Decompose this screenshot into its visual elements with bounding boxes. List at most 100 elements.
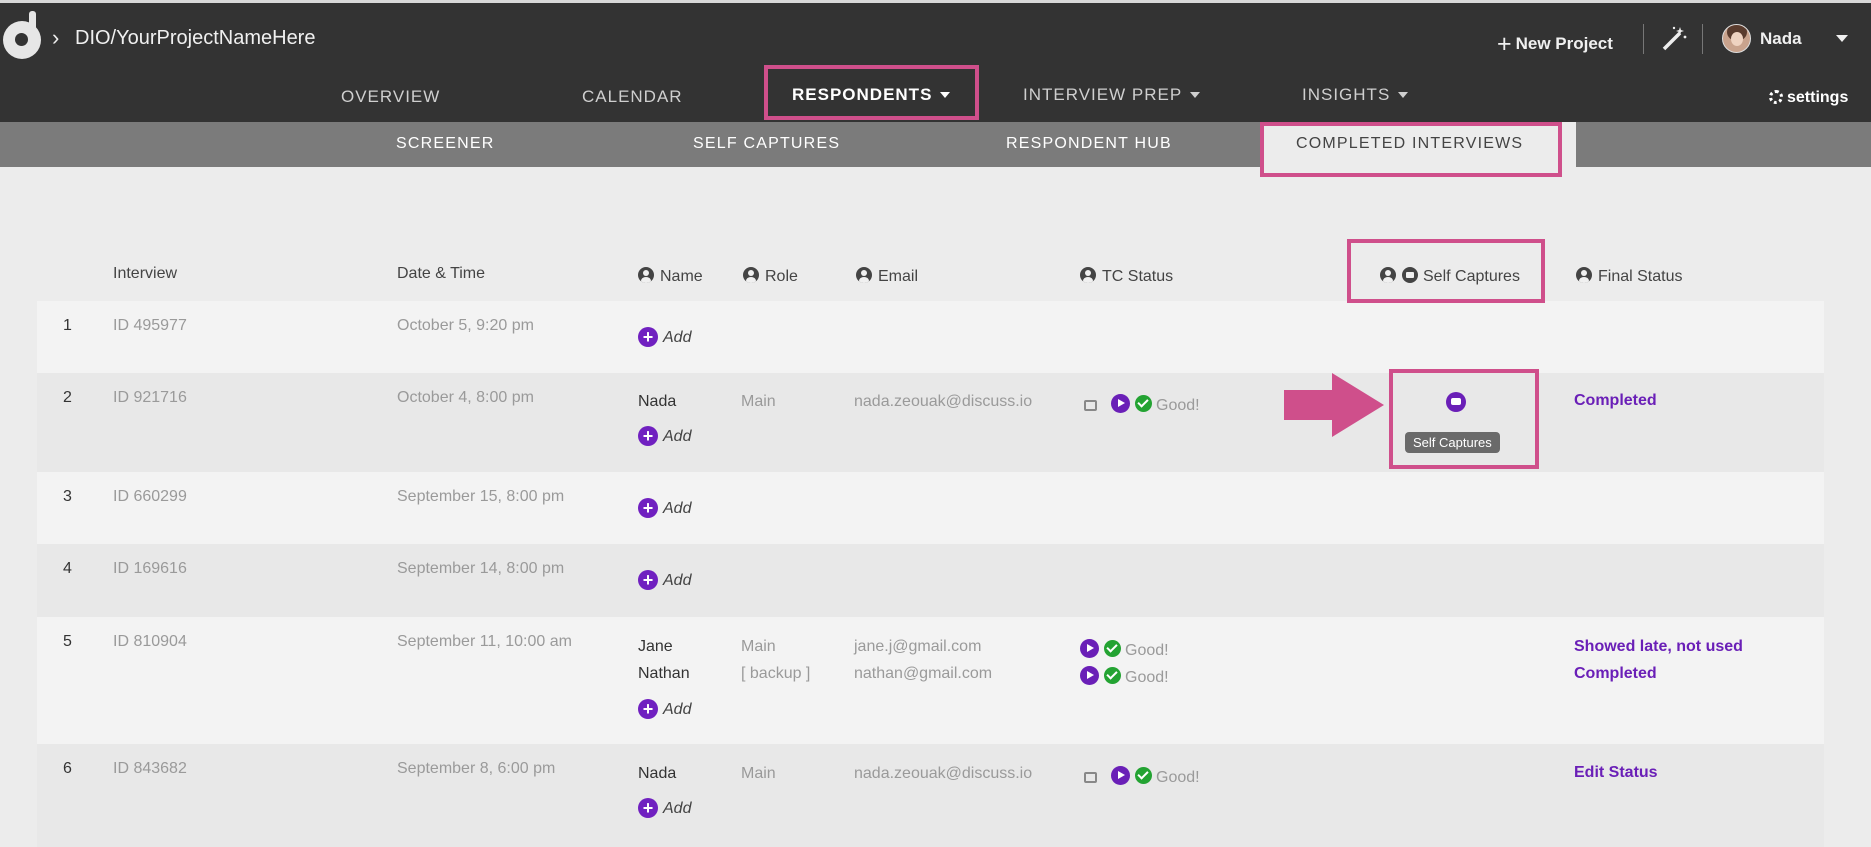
row-number: 5 (63, 633, 72, 650)
add-label: Add (663, 428, 692, 445)
table-row (37, 472, 1824, 544)
row-number: 1 (63, 317, 72, 334)
add-respondent-button[interactable]: + Add (638, 326, 691, 347)
final-status-link[interactable]: Completed (1574, 392, 1657, 410)
annotation-arrow-icon (1284, 373, 1384, 437)
plus-circle-icon: + (638, 327, 658, 347)
respondent-name[interactable]: Nada (638, 393, 676, 411)
add-label: Add (663, 329, 692, 346)
gear-icon (1769, 90, 1783, 104)
avatar[interactable] (1722, 24, 1751, 53)
interview-date: October 5, 9:20 pm (397, 317, 534, 334)
add-respondent-button[interactable]: + Add (638, 569, 691, 590)
new-project-label: New Project (1515, 34, 1613, 53)
interview-date: September 15, 8:00 pm (397, 488, 565, 505)
highlight-box (764, 65, 979, 120)
interview-date: September 14, 8:00 pm (397, 560, 565, 577)
subtab-respondent-hub[interactable]: RESPONDENT HUB (1006, 135, 1172, 153)
header-name: Name (638, 265, 703, 286)
plus-circle-icon: + (638, 570, 658, 590)
add-respondent-button[interactable]: + Add (638, 425, 691, 446)
subtab-screener[interactable]: SCREENER (396, 135, 495, 153)
table-row (37, 744, 1824, 847)
tc-status: Good! (1084, 763, 1200, 787)
table-row (37, 373, 1824, 472)
play-icon[interactable] (1111, 766, 1130, 785)
logo-stem (29, 11, 36, 35)
plus-circle-icon: + (638, 699, 658, 719)
play-icon[interactable] (1080, 639, 1099, 658)
header-tc-status-label: TC Status (1102, 268, 1174, 285)
check-circle-icon (1104, 667, 1121, 684)
tab-interview-prep[interactable]: INTERVIEW PREP (1023, 85, 1201, 105)
final-status-link[interactable]: Edit Status (1574, 764, 1658, 782)
tab-calendar[interactable]: CALENDAR (582, 87, 683, 107)
respondent-name[interactable]: Nathan (638, 665, 690, 683)
sub-nav: SCREENER SELF CAPTURES RESPONDENT HUB CO… (0, 122, 1871, 167)
magic-wand-icon[interactable] (1660, 25, 1688, 53)
plus-circle-icon: + (638, 498, 658, 518)
respondent-email: jane.j@gmail.com (854, 638, 982, 655)
final-status-link[interactable]: Showed late, not used (1574, 638, 1743, 656)
header-interview: Interview (113, 265, 178, 282)
chevron-down-icon[interactable] (1836, 35, 1848, 42)
interview-id[interactable]: ID 495977 (113, 317, 187, 335)
tab-insights[interactable]: INSIGHTS (1302, 85, 1409, 105)
user-icon (743, 267, 759, 283)
subtab-self-captures[interactable]: SELF CAPTURES (693, 135, 840, 153)
divider (1702, 24, 1703, 54)
add-respondent-button[interactable]: + Add (638, 497, 691, 518)
highlight-box (1347, 239, 1545, 303)
user-icon (1080, 267, 1096, 283)
respondent-role: Main (741, 638, 776, 655)
tc-status-label: Good! (1156, 397, 1200, 414)
user-icon (638, 267, 654, 283)
breadcrumb[interactable]: DIO/YourProjectNameHere (75, 27, 315, 50)
table-row (37, 544, 1824, 617)
interview-id[interactable]: ID 810904 (113, 633, 187, 651)
tc-status: Good! (1084, 391, 1200, 415)
header-email: Email (856, 265, 918, 286)
interview-date: October 4, 8:00 pm (397, 389, 534, 406)
user-name[interactable]: Nada (1760, 29, 1802, 49)
respondent-name[interactable]: Jane (638, 638, 673, 656)
interview-id[interactable]: ID 921716 (113, 389, 187, 407)
tab-insights-label: INSIGHTS (1302, 85, 1391, 104)
plus-icon: + (1497, 30, 1512, 58)
interview-date: September 11, 10:00 am (397, 633, 572, 650)
repeat-icon[interactable] (1084, 772, 1097, 783)
new-project-button[interactable]: + New Project (1497, 27, 1613, 58)
tab-overview[interactable]: OVERVIEW (341, 87, 440, 107)
play-icon[interactable] (1111, 394, 1130, 413)
respondent-email: nada.zeouak@discuss.io (854, 393, 1033, 410)
plus-circle-icon: + (638, 798, 658, 818)
settings-link[interactable]: settings (1769, 88, 1848, 107)
respondent-email: nada.zeouak@discuss.io (854, 765, 1033, 782)
respondent-name[interactable]: Nada (638, 765, 676, 783)
row-number: 3 (63, 488, 72, 505)
add-label: Add (663, 701, 692, 718)
caret-down-icon (1190, 91, 1201, 98)
tc-status: Good! (1080, 636, 1169, 660)
interview-id[interactable]: ID 169616 (113, 560, 187, 578)
tc-status-label: Good! (1125, 642, 1169, 659)
interview-id[interactable]: ID 660299 (113, 488, 187, 506)
header-name-label: Name (660, 268, 703, 285)
interview-date: September 8, 6:00 pm (397, 760, 556, 777)
user-icon (1576, 267, 1592, 283)
repeat-icon[interactable] (1084, 400, 1097, 411)
header-date-time: Date & Time (397, 265, 486, 282)
interview-id[interactable]: ID 843682 (113, 760, 187, 778)
final-status-link[interactable]: Completed (1574, 665, 1657, 683)
header-final-status-label: Final Status (1598, 268, 1683, 285)
plus-circle-icon: + (638, 426, 658, 446)
header-final-status: Final Status (1576, 265, 1682, 286)
add-respondent-button[interactable]: + Add (638, 698, 691, 719)
play-icon[interactable] (1080, 666, 1099, 685)
divider (1643, 24, 1644, 54)
respondent-role: Main (741, 393, 776, 410)
row-number: 2 (63, 389, 72, 406)
header-tc-status: TC Status (1080, 265, 1173, 286)
add-respondent-button[interactable]: + Add (638, 797, 691, 818)
add-label: Add (663, 800, 692, 817)
